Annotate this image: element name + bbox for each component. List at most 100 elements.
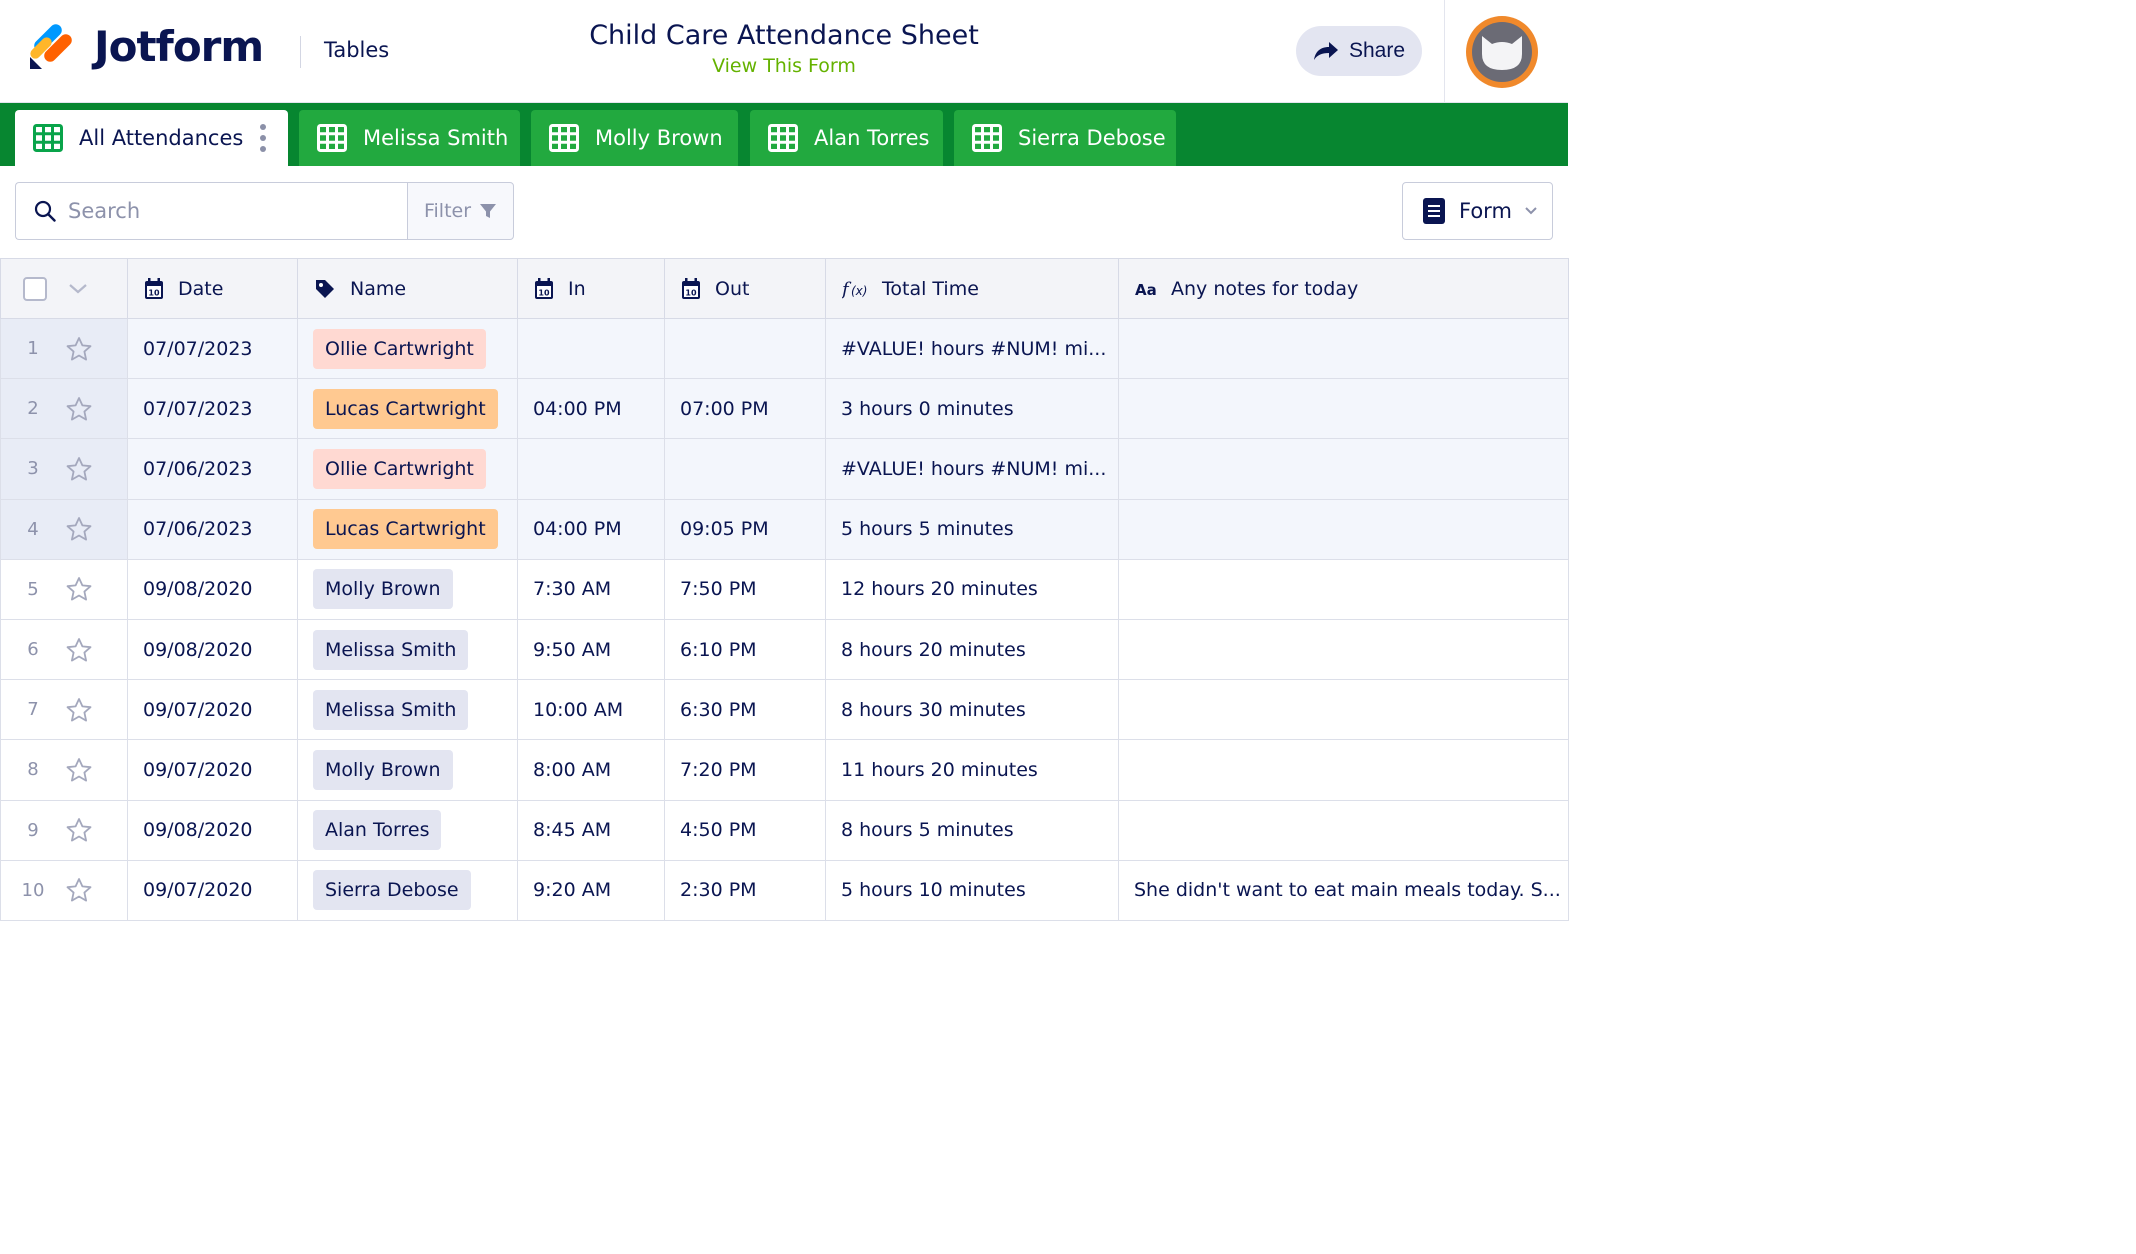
cell-total-time[interactable]: 3 hours 0 minutes xyxy=(825,378,1119,440)
cell-in[interactable]: 9:50 AM xyxy=(517,618,665,681)
share-button[interactable]: Share xyxy=(1296,26,1422,76)
column-header-date[interactable]: 10 Date xyxy=(127,258,298,319)
cell-name[interactable]: Molly Brown xyxy=(297,739,518,801)
column-header-out[interactable]: 10 Out xyxy=(664,258,826,319)
chevron-down-icon[interactable] xyxy=(67,282,89,296)
cell-in[interactable]: 04:00 PM xyxy=(517,378,665,440)
view-form-link[interactable]: View This Form xyxy=(540,55,1028,77)
star-icon[interactable] xyxy=(65,516,93,542)
cell-name[interactable]: Ollie Cartwright xyxy=(297,317,518,380)
table-row[interactable]: 7 09/07/2020 Melissa Smith 10:00 AM 6:30 PM 8… xyxy=(0,679,1569,741)
tab-melissa-smith[interactable]: Melissa Smith xyxy=(299,110,520,166)
cell-notes[interactable] xyxy=(1118,558,1569,620)
cell-name[interactable]: Ollie Cartwright xyxy=(297,438,518,500)
cell-name[interactable]: Lucas Cartwright xyxy=(297,498,518,560)
star-icon[interactable] xyxy=(65,336,93,362)
cell-notes[interactable] xyxy=(1118,317,1569,380)
cell-total-time[interactable]: 12 hours 20 minutes xyxy=(825,558,1119,620)
cell-date[interactable]: 09/08/2020 xyxy=(127,558,298,620)
cell-out[interactable]: 7:20 PM xyxy=(664,739,826,801)
cell-in[interactable] xyxy=(517,438,665,500)
cell-date[interactable]: 09/08/2020 xyxy=(127,799,298,861)
star-icon[interactable] xyxy=(65,817,93,843)
cell-out[interactable]: 7:50 PM xyxy=(664,558,826,620)
cell-out[interactable]: 2:30 PM xyxy=(664,859,826,921)
cell-out[interactable] xyxy=(664,317,826,380)
star-icon[interactable] xyxy=(65,637,93,663)
cell-in[interactable]: 8:00 AM xyxy=(517,739,665,801)
cell-out[interactable] xyxy=(664,438,826,500)
cell-notes[interactable] xyxy=(1118,679,1569,741)
product-name[interactable]: Tables xyxy=(324,38,389,62)
table-row[interactable]: 5 09/08/2020 Molly Brown 7:30 AM 7:50 PM 12 h… xyxy=(0,558,1569,620)
search-input[interactable] xyxy=(68,199,388,223)
table-row[interactable]: 1 07/07/2023 Ollie Cartwright #VALUE! hours… xyxy=(0,317,1569,380)
cell-name[interactable]: Molly Brown xyxy=(297,558,518,620)
table-row[interactable]: 4 07/06/2023 Lucas Cartwright 04:00 PM 09:05… xyxy=(0,498,1569,560)
cell-date[interactable]: 09/08/2020 xyxy=(127,618,298,681)
cell-total-time[interactable]: #VALUE! hours #NUM! mi... xyxy=(825,317,1119,380)
cell-in[interactable]: 10:00 AM xyxy=(517,679,665,741)
cell-total-time[interactable]: #VALUE! hours #NUM! mi... xyxy=(825,438,1119,500)
table-row[interactable]: 3 07/06/2023 Ollie Cartwright #VALUE! hours… xyxy=(0,438,1569,500)
cell-in[interactable]: 04:00 PM xyxy=(517,498,665,560)
cell-total-time[interactable]: 5 hours 10 minutes xyxy=(825,859,1119,921)
star-icon[interactable] xyxy=(65,877,93,903)
table-row[interactable]: 8 09/07/2020 Molly Brown 8:00 AM 7:20 PM 11 h… xyxy=(0,739,1569,801)
cell-total-time[interactable]: 8 hours 30 minutes xyxy=(825,679,1119,741)
table-row[interactable]: 9 09/08/2020 Alan Torres 8:45 AM 4:50 PM 8 ho… xyxy=(0,799,1569,861)
cell-notes[interactable] xyxy=(1118,498,1569,560)
cell-in[interactable]: 9:20 AM xyxy=(517,859,665,921)
cell-date[interactable]: 09/07/2020 xyxy=(127,739,298,801)
cell-notes[interactable] xyxy=(1118,438,1569,500)
star-icon[interactable] xyxy=(65,697,93,723)
cell-out[interactable]: 07:00 PM xyxy=(664,378,826,440)
cell-name[interactable]: Melissa Smith xyxy=(297,618,518,681)
cell-total-time[interactable]: 5 hours 5 minutes xyxy=(825,498,1119,560)
cell-out[interactable]: 4:50 PM xyxy=(664,799,826,861)
avatar[interactable] xyxy=(1466,16,1538,88)
cell-name[interactable]: Alan Torres xyxy=(297,799,518,861)
cell-name[interactable]: Sierra Debose xyxy=(297,859,518,921)
column-header-in[interactable]: 10 In xyxy=(517,258,665,319)
cell-total-time[interactable]: 8 hours 5 minutes xyxy=(825,799,1119,861)
cell-name[interactable]: Melissa Smith xyxy=(297,679,518,741)
star-icon[interactable] xyxy=(65,757,93,783)
table-row[interactable]: 2 07/07/2023 Lucas Cartwright 04:00 PM 07:00… xyxy=(0,378,1569,440)
cell-date[interactable]: 07/07/2023 xyxy=(127,378,298,440)
cell-notes[interactable]: She didn't want to eat main meals today.… xyxy=(1118,859,1569,921)
jotform-logo[interactable]: Jotform xyxy=(28,22,264,71)
star-icon[interactable] xyxy=(65,456,93,482)
column-header-notes[interactable]: Aa Any notes for today xyxy=(1118,258,1569,319)
cell-in[interactable] xyxy=(517,317,665,380)
tab-more-icon[interactable] xyxy=(260,124,266,152)
cell-date[interactable]: 07/07/2023 xyxy=(127,317,298,380)
table-row[interactable]: 6 09/08/2020 Melissa Smith 9:50 AM 6:10 PM 8 … xyxy=(0,618,1569,681)
table-row[interactable]: 10 09/07/2020 Sierra Debose 9:20 AM 2:30 PM 5… xyxy=(0,859,1569,921)
cell-notes[interactable] xyxy=(1118,618,1569,681)
star-icon[interactable] xyxy=(65,576,93,602)
cell-date[interactable]: 07/06/2023 xyxy=(127,438,298,500)
cell-date[interactable]: 07/06/2023 xyxy=(127,498,298,560)
cell-out[interactable]: 6:10 PM xyxy=(664,618,826,681)
cell-out[interactable]: 09:05 PM xyxy=(664,498,826,560)
select-all-checkbox[interactable] xyxy=(23,276,47,301)
cell-notes[interactable] xyxy=(1118,739,1569,801)
cell-date[interactable]: 09/07/2020 xyxy=(127,859,298,921)
tab-sierra-debose[interactable]: Sierra Debose xyxy=(954,110,1176,166)
tab-all-attendances[interactable]: All Attendances xyxy=(15,110,288,166)
cell-total-time[interactable]: 11 hours 20 minutes xyxy=(825,739,1119,801)
star-icon[interactable] xyxy=(65,396,93,422)
column-header-name[interactable]: Name xyxy=(297,258,518,319)
form-dropdown-button[interactable]: Form xyxy=(1402,182,1553,240)
cell-out[interactable]: 6:30 PM xyxy=(664,679,826,741)
cell-notes[interactable] xyxy=(1118,799,1569,861)
cell-notes[interactable] xyxy=(1118,378,1569,440)
cell-date[interactable]: 09/07/2020 xyxy=(127,679,298,741)
tab-alan-torres[interactable]: Alan Torres xyxy=(750,110,943,166)
tab-molly-brown[interactable]: Molly Brown xyxy=(531,110,738,166)
filter-button[interactable]: Filter xyxy=(407,182,514,240)
cell-in[interactable]: 8:45 AM xyxy=(517,799,665,861)
cell-total-time[interactable]: 8 hours 20 minutes xyxy=(825,618,1119,681)
column-header-total-time[interactable]: f (x) Total Time xyxy=(825,258,1119,319)
